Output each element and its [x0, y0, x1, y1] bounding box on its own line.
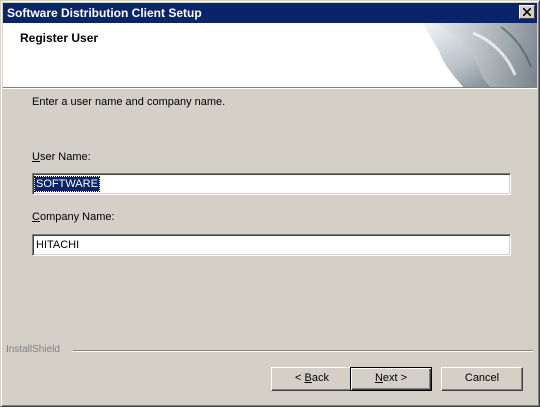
- setup-dialog: Software Distribution Client Setup Regis…: [0, 0, 540, 407]
- company-name-value: HITACHI: [36, 239, 80, 251]
- installshield-brand: InstallShield: [6, 344, 60, 355]
- cancel-button[interactable]: Cancel: [441, 367, 523, 391]
- company-name-accelerator: C: [32, 211, 40, 223]
- header-divider-highlight: [3, 88, 537, 89]
- footer-divider-highlight: [73, 351, 533, 352]
- close-button[interactable]: [519, 5, 535, 19]
- header-graphic: [423, 23, 537, 87]
- user-name-label: User Name:: [32, 151, 91, 163]
- instruction-text: Enter a user name and company name.: [32, 96, 226, 108]
- user-name-accelerator: U: [32, 151, 40, 163]
- close-icon: [523, 8, 531, 16]
- next-button[interactable]: Next >: [350, 367, 432, 391]
- user-name-value: SOFTWARE: [34, 176, 100, 192]
- title-bar[interactable]: Software Distribution Client Setup: [3, 3, 537, 23]
- company-name-field[interactable]: HITACHI: [32, 234, 511, 256]
- user-name-field[interactable]: SOFTWARE: [32, 173, 511, 195]
- next-label: ext >: [382, 372, 408, 384]
- company-name-label-text: ompany Name:: [39, 211, 115, 223]
- back-label: ack: [311, 372, 329, 384]
- window-title: Software Distribution Client Setup: [7, 6, 202, 20]
- back-prefix: <: [295, 372, 305, 384]
- user-name-label-text: ser Name:: [39, 151, 91, 163]
- company-name-label: Company Name:: [32, 211, 115, 223]
- header-panel: Register User: [3, 23, 537, 87]
- next-accelerator: N: [374, 372, 383, 384]
- back-accelerator: B: [304, 372, 312, 384]
- back-button[interactable]: < Back: [271, 367, 353, 391]
